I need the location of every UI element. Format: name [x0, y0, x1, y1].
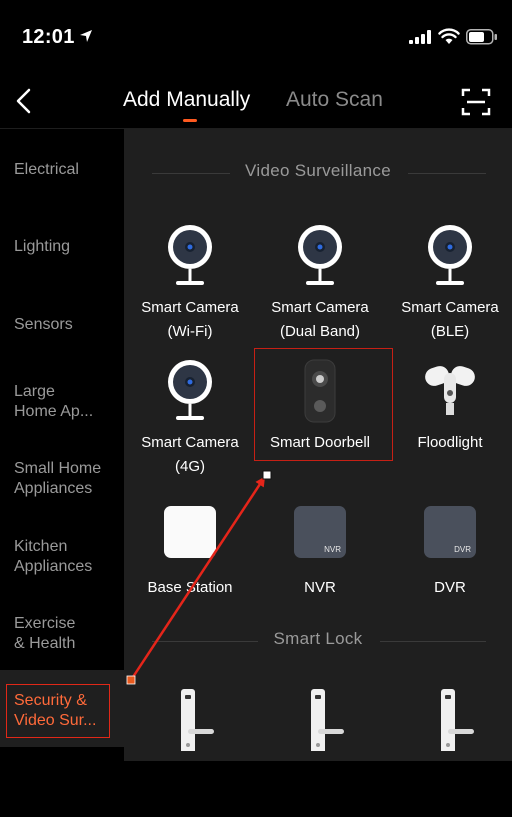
battery-icon — [466, 29, 497, 45]
chevron-left-icon[interactable] — [12, 86, 36, 116]
scan-frame-icon[interactable] — [460, 86, 492, 118]
device-tile-nvr[interactable]: NVR NVR — [255, 504, 385, 634]
base-station-icon — [164, 506, 216, 558]
sidebar-item-kitchen-appliances[interactable]: Kitchen Appliances — [0, 516, 124, 593]
section-title: Smart Lock — [273, 629, 363, 648]
sidebar-item-electrical[interactable]: Electrical — [0, 129, 124, 206]
device-tile-smart-camera-ble[interactable]: Smart Camera (BLE) — [385, 224, 512, 354]
sidebar-item-label: Electrical — [14, 161, 79, 178]
device-label: Smart Camera (BLE) — [401, 299, 499, 340]
device-tile-dvr[interactable]: DVR DVR — [385, 504, 512, 634]
sidebar-item-large-home-appliances[interactable]: Large Home Ap... — [0, 361, 124, 438]
camera-icon — [168, 360, 212, 420]
dvr-badge: DVR — [454, 545, 471, 554]
category-sidebar: Electrical Lighting Sensors Large Home A… — [0, 129, 124, 761]
device-label: Smart Camera (Dual Band) — [271, 299, 369, 340]
tab-auto-scan[interactable]: Auto Scan — [286, 88, 383, 112]
sidebar-item-label: Small Home Appliances — [14, 460, 102, 497]
annotation-highlight-box — [254, 348, 393, 461]
tab-add-manually[interactable]: Add Manually — [123, 88, 250, 112]
camera-icon — [298, 225, 342, 285]
section-header-video-surveillance: Video Surveillance — [124, 161, 512, 185]
divider — [408, 173, 486, 174]
device-label: Floodlight — [417, 434, 483, 451]
nav-bar: Add Manually Auto Scan — [0, 80, 512, 129]
smart-lock-icon — [441, 689, 474, 751]
sidebar-item-label: Lighting — [14, 238, 71, 255]
floodlight-icon — [425, 366, 475, 415]
nvr-icon: NVR — [294, 506, 346, 558]
device-label: NVR — [304, 579, 336, 596]
divider — [380, 641, 486, 642]
device-tile-smart-camera-wifi[interactable]: Smart Camera (Wi-Fi) — [125, 224, 255, 354]
sidebar-item-label: Large Home Ap... — [14, 383, 94, 420]
sidebar-item-sensors[interactable]: Sensors — [0, 284, 124, 361]
status-bar: 12:01 — [0, 0, 512, 80]
sidebar-item-label: Security & Video Sur... — [14, 692, 97, 729]
wifi-icon — [438, 28, 460, 44]
signal-icon — [409, 30, 431, 44]
sidebar-item-label: Exercise & Health — [14, 615, 76, 652]
sidebar-item-label: Kitchen Appliances — [14, 538, 93, 575]
camera-icon — [168, 225, 212, 285]
sidebar-item-exercise-health[interactable]: Exercise & Health — [0, 593, 124, 670]
location-arrow-icon — [80, 30, 92, 42]
device-tile-smart-camera-4g[interactable]: Smart Camera (4G) — [125, 359, 255, 489]
nvr-badge: NVR — [324, 545, 341, 554]
device-label: Smart Camera (4G) — [141, 434, 239, 475]
sidebar-item-security-video-surveillance[interactable]: Security & Video Sur... — [0, 670, 124, 747]
device-tile-smart-lock-1[interactable] — [125, 687, 255, 817]
sidebar-item-small-home-appliances[interactable]: Small Home Appliances — [0, 438, 124, 515]
section-header-smart-lock: Smart Lock — [124, 629, 512, 653]
device-tile-smart-lock-2[interactable] — [255, 687, 385, 817]
device-label: Base Station — [147, 579, 233, 596]
dvr-icon: DVR — [424, 506, 476, 558]
active-tab-indicator — [183, 119, 197, 122]
section-title: Video Surveillance — [245, 161, 391, 180]
status-time: 12:01 — [22, 26, 75, 48]
sidebar-item-label: Sensors — [14, 316, 73, 333]
smart-lock-icon — [311, 689, 344, 751]
device-label: Smart Camera (Wi-Fi) — [141, 299, 239, 340]
device-tile-floodlight[interactable]: Floodlight — [385, 359, 512, 489]
device-tile-smart-lock-3[interactable] — [385, 687, 512, 817]
sidebar-item-lighting[interactable]: Lighting — [0, 206, 124, 283]
camera-icon — [428, 225, 472, 285]
smart-lock-icon — [181, 689, 214, 751]
device-tile-base-station[interactable]: Base Station — [125, 504, 255, 634]
device-label: DVR — [434, 579, 466, 596]
device-tile-smart-camera-dual-band[interactable]: Smart Camera (Dual Band) — [255, 224, 385, 354]
